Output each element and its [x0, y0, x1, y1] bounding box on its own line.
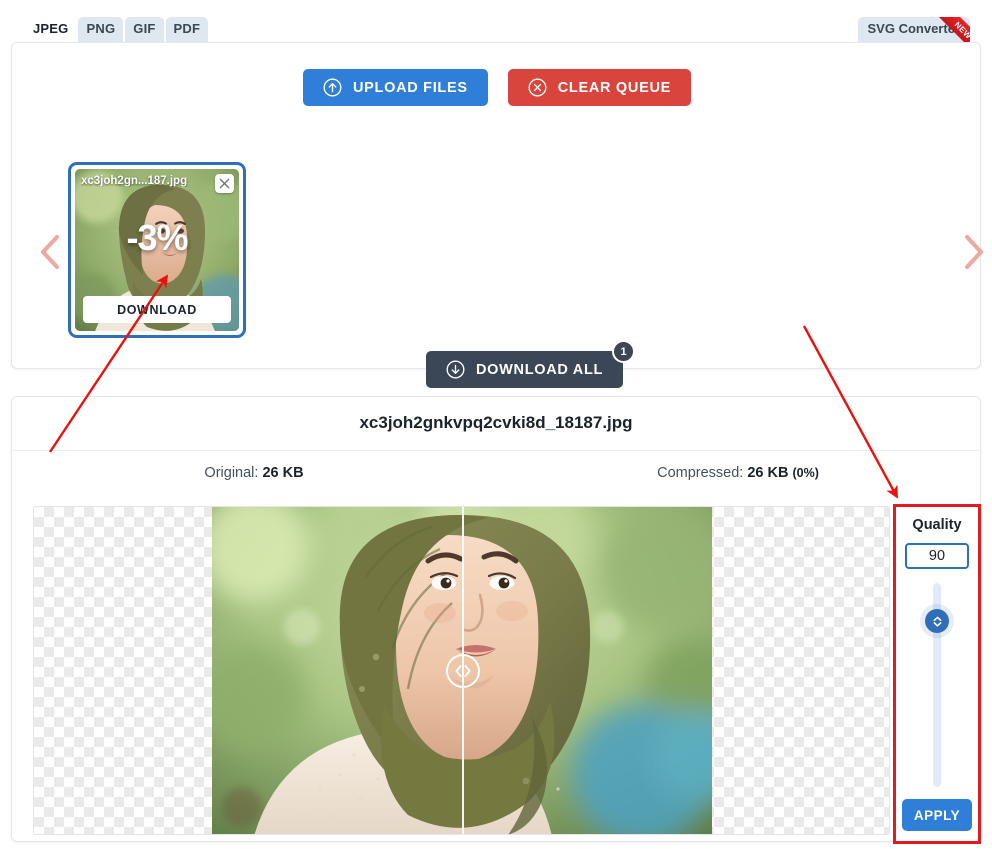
- clear-queue-button[interactable]: CLEAR QUEUE: [507, 69, 691, 106]
- close-circle-icon: [528, 78, 547, 97]
- original-label: Original:: [204, 465, 259, 481]
- compressed-percent: (0%): [792, 466, 819, 480]
- download-arrow-icon: [446, 360, 465, 379]
- detail-panel: xc3joh2gnkvpq2cvki8d_18187.jpg Original:…: [11, 396, 981, 842]
- thumbnail-download-button[interactable]: DOWNLOAD: [83, 296, 231, 323]
- queue-thumbnail-card[interactable]: xc3joh2gn...187.jpg -3% DOWNLOAD: [68, 162, 246, 338]
- tab-pdf[interactable]: PDF: [165, 17, 209, 43]
- download-all-button[interactable]: DOWNLOAD ALL: [426, 351, 624, 388]
- upload-files-button[interactable]: UPLOAD FILES: [303, 69, 488, 106]
- thumbnail-filename: xc3joh2gn...187.jpg: [81, 175, 188, 187]
- quality-slider[interactable]: [925, 583, 949, 787]
- thumbnail-download-label: DOWNLOAD: [117, 302, 197, 317]
- quality-slider-handle[interactable]: [925, 609, 949, 633]
- upload-files-label: UPLOAD FILES: [353, 79, 468, 96]
- carousel-next-arrow-icon[interactable]: [954, 229, 992, 275]
- original-value: 26 KB: [262, 465, 304, 481]
- original-size-stat: Original: 26 KB: [12, 465, 496, 481]
- svg-converter-tab-wrap: SVG Converter NEW: [857, 17, 970, 43]
- compressed-label: Compressed:: [657, 465, 744, 481]
- action-button-row: UPLOAD FILES CLEAR QUEUE: [12, 69, 982, 106]
- detail-filename-title: xc3joh2gnkvpq2cvki8d_18187.jpg: [359, 413, 633, 432]
- download-all-count-badge: 1: [612, 340, 636, 363]
- format-tabs: JPEG PNG GIF PDF: [25, 17, 209, 43]
- thumbnail-compression-percent: -3%: [126, 217, 188, 258]
- up-down-chevrons-icon: [933, 616, 941, 627]
- tab-jpeg[interactable]: JPEG: [25, 17, 77, 43]
- thumbnail-remove-button[interactable]: [215, 174, 234, 193]
- carousel-prev-arrow-icon[interactable]: [30, 229, 70, 275]
- upload-panel: UPLOAD FILES CLEAR QUEUE xc3joh2gn...187…: [11, 42, 984, 388]
- tab-svg-converter[interactable]: SVG Converter NEW: [857, 17, 970, 43]
- thumbnail-inner: xc3joh2gn...187.jpg -3% DOWNLOAD: [75, 169, 239, 331]
- close-icon: [219, 178, 230, 189]
- detail-divider: [13, 450, 979, 451]
- svg-converter-label: SVG Converter: [867, 21, 960, 36]
- apply-button[interactable]: APPLY: [902, 799, 972, 831]
- download-all-label: DOWNLOAD ALL: [476, 361, 604, 378]
- before-after-viewer[interactable]: [33, 506, 890, 835]
- comparison-split-handle[interactable]: [446, 654, 480, 688]
- quality-panel: Quality APPLY: [893, 504, 981, 844]
- compressed-size-stat: Compressed: 26 KB (0%): [496, 465, 980, 481]
- compressed-value: 26 KB: [747, 465, 789, 481]
- upload-arrow-icon: [323, 78, 342, 97]
- tab-png[interactable]: PNG: [78, 17, 124, 43]
- app-root: JPEG PNG GIF PDF SVG Converter NEW UPLOA…: [0, 0, 992, 849]
- tab-gif[interactable]: GIF: [125, 17, 164, 43]
- quality-input[interactable]: [905, 543, 969, 569]
- size-stats-row: Original: 26 KB Compressed: 26 KB (0%): [12, 465, 980, 481]
- clear-queue-label: CLEAR QUEUE: [557, 79, 671, 96]
- left-right-chevrons-icon: [455, 665, 471, 677]
- quality-label: Quality: [912, 517, 962, 533]
- download-all-wrap: DOWNLOAD ALL 1: [426, 340, 636, 388]
- format-tabbar: JPEG PNG GIF PDF SVG Converter NEW: [0, 0, 992, 43]
